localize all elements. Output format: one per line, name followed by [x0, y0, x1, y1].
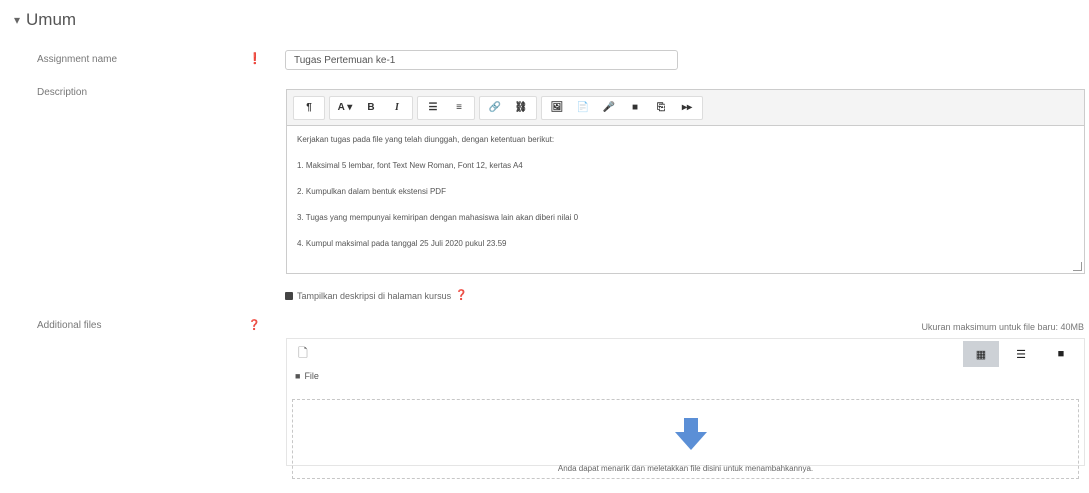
section-title: Umum — [26, 10, 77, 29]
description-line: Kerjakan tugas pada file yang telah diun… — [297, 135, 555, 144]
tree-view-button[interactable]: ■ — [1043, 341, 1079, 367]
list-view-button[interactable]: ☰ — [1003, 341, 1039, 367]
paragraph-style-button[interactable]: ¶ — [296, 102, 322, 113]
record-audio-button[interactable]: 🎤 — [596, 102, 622, 113]
file-picker: 🗋 ▦ ☰ ■ ■ File Anda dapat menarik dan me… — [286, 338, 1085, 479]
file-path-label[interactable]: File — [304, 371, 319, 381]
bold-button[interactable]: B — [358, 102, 384, 113]
assignment-name-input[interactable] — [285, 50, 678, 70]
link-button[interactable]: 🔗 — [482, 102, 508, 113]
insert-image-button[interactable]: 🖼 — [544, 102, 570, 113]
description-line: 1. Maksimal 5 lembar, font Text New Roma… — [297, 161, 523, 170]
unordered-list-button[interactable]: ☰ — [420, 102, 446, 113]
description-label: Description — [37, 87, 88, 98]
description-line: 4. Kumpul maksimal pada tanggal 25 Juli … — [297, 239, 507, 248]
toolbar-group-para: ¶ — [293, 95, 325, 120]
drop-instructions: Anda dapat menarik dan meletakkan file d… — [557, 464, 814, 473]
toolbar-group-format: A ▾ B I — [329, 95, 413, 120]
description-line: 2. Kumpulkan dalam bentuk ekstensi PDF — [297, 187, 446, 196]
unlink-button[interactable]: ⛓ — [508, 102, 534, 113]
toolbar-group-lists: ☰ ≡ — [417, 95, 475, 120]
font-size-button[interactable]: A ▾ — [332, 102, 358, 113]
max-file-size-text: Ukuran maksimum untuk file baru: 40MB — [921, 322, 1084, 332]
toolbar-group-media: 🖼 📄 🎤 ■ ⎘ ▸▸ — [541, 95, 703, 120]
editor-content[interactable]: Kerjakan tugas pada file yang telah diun… — [287, 126, 1084, 272]
view-mode-buttons: ▦ ☰ ■ — [963, 341, 1079, 367]
record-video-button[interactable]: ■ — [622, 102, 648, 113]
file-drop-zone[interactable]: Anda dapat menarik dan meletakkan file d… — [292, 399, 1079, 479]
show-description-checkbox[interactable] — [285, 291, 293, 300]
resize-handle-icon[interactable] — [1073, 262, 1082, 271]
assignment-name-label: Assignment name — [37, 54, 118, 65]
show-description-label: Tampilkan deskripsi di halaman kursus — [297, 290, 452, 301]
section-header-umum[interactable]: ▾ Umum — [14, 10, 76, 30]
file-path: ■ File — [287, 369, 1084, 383]
required-icon: ❗ — [248, 53, 262, 65]
collapse-chevron-icon[interactable]: ▾ — [14, 13, 20, 27]
additional-files-label: Additional files — [37, 320, 102, 331]
description-editor[interactable]: ¶ A ▾ B I ☰ ≡ 🔗 ⛓ 🖼 📄 🎤 ■ ⎘ ▸▸ Kerjakan … — [286, 89, 1085, 274]
help-icon[interactable]: ❓ — [455, 290, 467, 301]
file-picker-toolbar: 🗋 ▦ ☰ ■ — [287, 339, 1084, 369]
folder-icon: ■ — [295, 371, 301, 381]
editor-toolbar: ¶ A ▾ B I ☰ ≡ 🔗 ⛓ 🖼 📄 🎤 ■ ⎘ ▸▸ — [287, 90, 1084, 126]
show-description-row: Tampilkan deskripsi di halaman kursus ❓ — [285, 290, 468, 301]
icon-view-button[interactable]: ▦ — [963, 341, 999, 367]
italic-button[interactable]: I — [384, 102, 410, 113]
description-line: 3. Tugas yang mempunyai kemiripan dengan… — [297, 213, 579, 222]
help-icon[interactable]: ❓ — [248, 320, 260, 331]
toolbar-group-links: 🔗 ⛓ — [479, 95, 537, 120]
add-file-icon[interactable]: 🗋 — [292, 343, 314, 365]
drop-arrow-icon — [675, 418, 707, 450]
more-tools-button[interactable]: ▸▸ — [674, 102, 700, 113]
ordered-list-button[interactable]: ≡ — [446, 102, 472, 113]
manage-files-button[interactable]: ⎘ — [648, 102, 674, 113]
insert-file-button[interactable]: 📄 — [570, 102, 596, 113]
